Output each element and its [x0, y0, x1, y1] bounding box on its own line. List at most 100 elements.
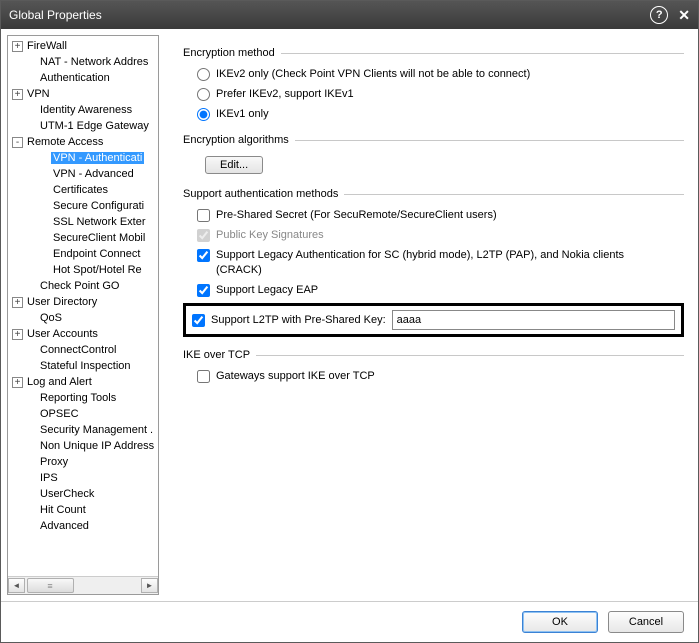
tree-item[interactable]: Endpoint Connect	[8, 246, 158, 262]
titlebar: Global Properties ? ✕	[1, 1, 698, 29]
tree-item[interactable]: +User Accounts	[8, 326, 158, 342]
tree-item[interactable]: Secure Configurati	[8, 198, 158, 214]
cancel-button[interactable]: Cancel	[608, 611, 684, 633]
scroll-right-icon[interactable]: ►	[141, 578, 158, 593]
collapse-icon[interactable]: -	[12, 137, 23, 148]
radio-input[interactable]	[197, 68, 210, 81]
tree-item[interactable]: Advanced	[8, 518, 158, 534]
nav-tree: +FireWallNAT - Network AddresAuthenticat…	[7, 35, 159, 595]
tree-item-label: Check Point GO	[38, 280, 121, 292]
checkbox-input	[197, 229, 210, 242]
check-gateways-ike-tcp[interactable]: Gateways support IKE over TCP	[197, 369, 684, 384]
expand-icon[interactable]: +	[12, 41, 23, 52]
tree-item-label: Identity Awareness	[38, 104, 134, 116]
tree-item[interactable]: NAT - Network Addres	[8, 54, 158, 70]
tree-item[interactable]: UTM-1 Edge Gateway	[8, 118, 158, 134]
tree-item[interactable]: Identity Awareness	[8, 102, 158, 118]
checkbox-label: Support Legacy EAP	[216, 283, 318, 298]
help-icon[interactable]: ?	[650, 6, 668, 24]
tree-item[interactable]: Authentication	[8, 70, 158, 86]
radio-label: IKEv2 only (Check Point VPN Clients will…	[216, 67, 530, 82]
tree-item[interactable]: VPN - Authenticati	[8, 150, 158, 166]
tree-item[interactable]: Security Management .	[8, 422, 158, 438]
section-title: Encryption method	[183, 47, 275, 59]
tree-item[interactable]: Hit Count	[8, 502, 158, 518]
radio-prefer-ikev2[interactable]: Prefer IKEv2, support IKEv1	[197, 87, 684, 102]
checkbox-input[interactable]	[192, 314, 205, 327]
tree-item[interactable]: Non Unique IP Address	[8, 438, 158, 454]
tree-item[interactable]: SSL Network Exter	[8, 214, 158, 230]
tree-item[interactable]: +Log and Alert	[8, 374, 158, 390]
divider	[344, 194, 684, 195]
tree-item[interactable]: +User Directory	[8, 294, 158, 310]
radio-label: IKEv1 only	[216, 107, 269, 122]
tree-item-label: Log and Alert	[25, 376, 94, 388]
radio-input[interactable]	[197, 108, 210, 121]
tree-item-label: IPS	[38, 472, 60, 484]
tree-item[interactable]: IPS	[8, 470, 158, 486]
scroll-left-icon[interactable]: ◄	[8, 578, 25, 593]
checkbox-input[interactable]	[197, 370, 210, 383]
global-properties-window: Global Properties ? ✕ +FireWallNAT - Net…	[0, 0, 699, 643]
tree-item[interactable]: Check Point GO	[8, 278, 158, 294]
tree-item[interactable]: +VPN	[8, 86, 158, 102]
tree-item-label: Endpoint Connect	[51, 248, 142, 260]
dialog-footer: OK Cancel	[1, 601, 698, 642]
tree-item[interactable]: Reporting Tools	[8, 390, 158, 406]
tree-item-label: OPSEC	[38, 408, 81, 420]
tree-item[interactable]: -Remote Access	[8, 134, 158, 150]
checkbox-label: Gateways support IKE over TCP	[216, 369, 375, 384]
tree-item-label: Hot Spot/Hotel Re	[51, 264, 144, 276]
expand-icon[interactable]: +	[12, 297, 23, 308]
tree-item[interactable]: UserCheck	[8, 486, 158, 502]
tree-item-label: VPN - Authenticati	[51, 152, 144, 164]
tree-item-label: VPN	[25, 88, 52, 100]
tree-item-label: ConnectControl	[38, 344, 118, 356]
tree-item[interactable]: Hot Spot/Hotel Re	[8, 262, 158, 278]
section-title: IKE over TCP	[183, 349, 250, 361]
checkbox-input[interactable]	[197, 249, 210, 262]
tree-item[interactable]: QoS	[8, 310, 158, 326]
tree-item[interactable]: +FireWall	[8, 38, 158, 54]
checkbox-label: Pre-Shared Secret (For SecuRemote/Secure…	[216, 208, 497, 223]
tree-item[interactable]: Proxy	[8, 454, 158, 470]
tree-item-label: Advanced	[38, 520, 91, 532]
check-legacy-sc[interactable]: Support Legacy Authentication for SC (hy…	[197, 248, 684, 278]
section-ike-over-tcp: IKE over TCP Gateways support IKE over T…	[183, 349, 684, 384]
radio-ikev1-only[interactable]: IKEv1 only	[197, 107, 684, 122]
expand-icon[interactable]: +	[12, 329, 23, 340]
checkbox-input[interactable]	[197, 209, 210, 222]
scroll-thumb[interactable]: ≡	[27, 578, 74, 593]
l2tp-psk-input[interactable]	[392, 310, 675, 330]
checkbox-label: Support Legacy Authentication for SC (hy…	[216, 248, 636, 278]
tree-item[interactable]: OPSEC	[8, 406, 158, 422]
tree-item[interactable]: ConnectControl	[8, 342, 158, 358]
tree-item-label: UTM-1 Edge Gateway	[38, 120, 151, 132]
expand-icon[interactable]: +	[12, 377, 23, 388]
radio-ikev2-only[interactable]: IKEv2 only (Check Point VPN Clients will…	[197, 67, 684, 82]
check-preshared-secret[interactable]: Pre-Shared Secret (For SecuRemote/Secure…	[197, 208, 684, 223]
tree-item-label: User Accounts	[25, 328, 100, 340]
tree-item[interactable]: VPN - Advanced	[8, 166, 158, 182]
tree-item[interactable]: Certificates	[8, 182, 158, 198]
tree-item[interactable]: SecureClient Mobil	[8, 230, 158, 246]
edit-button[interactable]: Edit...	[205, 156, 263, 174]
ok-button[interactable]: OK	[522, 611, 598, 633]
tree-item-label: Secure Configurati	[51, 200, 146, 212]
checkbox-input[interactable]	[197, 284, 210, 297]
expand-icon[interactable]: +	[12, 89, 23, 100]
tree-item-label: FireWall	[25, 40, 69, 52]
check-public-key: Public Key Signatures	[197, 228, 684, 243]
tree-item-label: Remote Access	[25, 136, 105, 148]
highlight-l2tp-psk: Support L2TP with Pre-Shared Key:	[183, 303, 684, 337]
tree-item-label: Hit Count	[38, 504, 88, 516]
tree-hscrollbar[interactable]: ◄ ≡ ►	[8, 576, 158, 594]
tree-item-label: Reporting Tools	[38, 392, 118, 404]
tree-item[interactable]: Stateful Inspection	[8, 358, 158, 374]
close-icon[interactable]: ✕	[678, 7, 690, 24]
check-legacy-eap[interactable]: Support Legacy EAP	[197, 283, 684, 298]
tree-item-label: NAT - Network Addres	[38, 56, 150, 68]
radio-input[interactable]	[197, 88, 210, 101]
divider	[256, 355, 684, 356]
content-panel: Encryption method IKEv2 only (Check Poin…	[159, 29, 698, 601]
